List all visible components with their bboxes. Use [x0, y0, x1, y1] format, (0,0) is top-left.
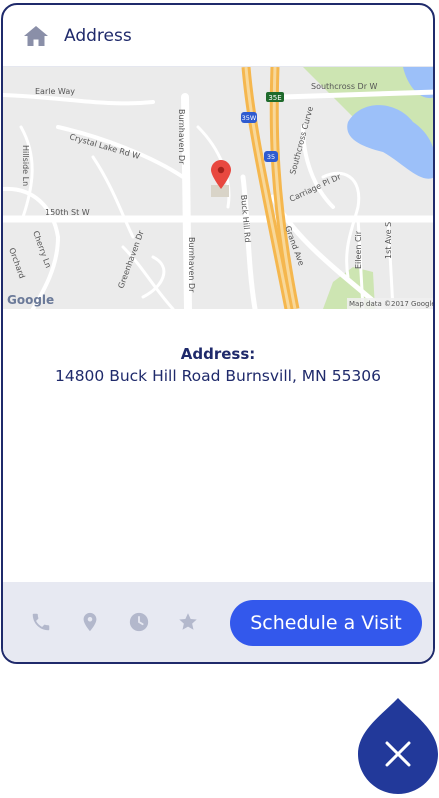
address-text: 14800 Buck Hill Road Burnsvill, MN 55306: [54, 367, 382, 385]
label-hillside: Hillside Ln: [21, 145, 30, 186]
svg-text:35: 35: [267, 153, 275, 161]
label-eileen: Eileen Cir: [354, 230, 363, 269]
footer-bar: Schedule a Visit: [3, 582, 433, 662]
highway-shield-35: 35: [264, 151, 278, 162]
highway-shield-35e: 35E: [266, 92, 284, 102]
svg-text:35W: 35W: [242, 114, 257, 122]
clock-icon[interactable]: [128, 611, 150, 633]
address-block: Address: 14800 Buck Hill Road Burnsvill,…: [3, 345, 433, 385]
star-icon[interactable]: [177, 611, 199, 633]
location-pin-icon[interactable]: [79, 611, 101, 633]
address-widget: Address 35E 35W 35 Earle Way Crystal Lak…: [1, 3, 435, 664]
label-burnhaven-bottom: Burnhaven Dr: [187, 237, 196, 293]
address-label: Address:: [180, 345, 256, 363]
label-burnhaven-top: Burnhaven Dr: [177, 109, 186, 165]
svg-text:35E: 35E: [268, 94, 281, 102]
label-150th: 150th St W: [45, 208, 90, 217]
highway-shield-35w: 35W: [241, 112, 257, 123]
map[interactable]: 35E 35W 35 Earle Way Crystal Lake Rd W B…: [3, 67, 435, 309]
label-earle-way: Earle Way: [35, 87, 75, 96]
header-title: Address: [64, 25, 132, 46]
label-first-ave: 1st Ave S: [384, 222, 393, 259]
home-icon: [24, 25, 48, 46]
map-data-attribution: Map data ©2017 Google: [349, 300, 435, 308]
header: Address: [3, 5, 433, 67]
schedule-visit-button[interactable]: Schedule a Visit: [230, 600, 422, 646]
label-southcross: Southcross Dr W: [311, 82, 378, 91]
google-logo: Google: [7, 293, 54, 307]
close-button[interactable]: [358, 698, 438, 794]
phone-icon[interactable]: [30, 611, 52, 633]
